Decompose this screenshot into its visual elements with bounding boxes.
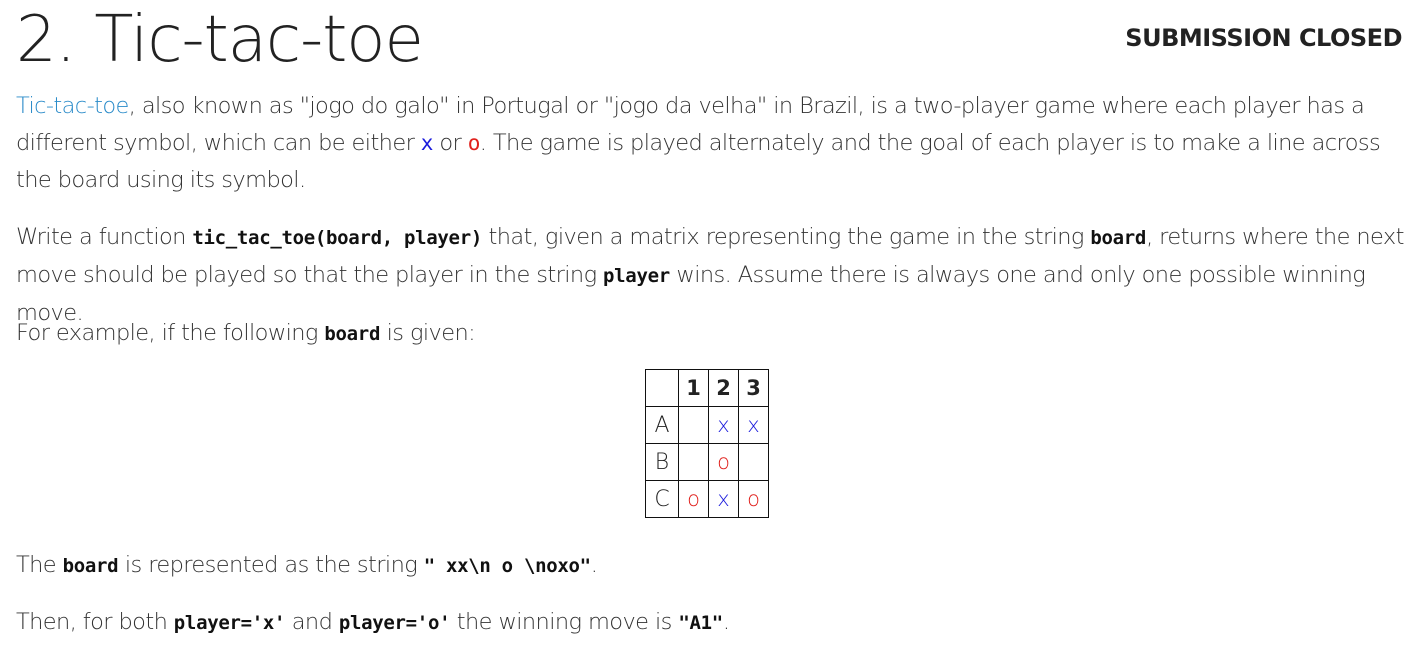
board-string-code: " xx\n o \noxo" (423, 555, 591, 577)
board-code: board (1090, 227, 1147, 249)
symbol-o: o (467, 131, 481, 155)
tic-tac-toe-link[interactable]: Tic-tac-toe (16, 93, 129, 119)
answer-text-2: and (285, 609, 339, 635)
example-paragraph: For example, if the following board is g… (16, 315, 1411, 353)
row-label-a: A (645, 406, 679, 444)
representation-text-1: The (16, 552, 63, 578)
player-o-code: player='o' (338, 612, 451, 634)
board-row-b: B o (645, 443, 769, 481)
representation-text-3: . (590, 552, 598, 578)
example-text-2: is given: (380, 320, 476, 346)
column-header-3: 3 (738, 369, 769, 407)
board-row-a: A x x (645, 406, 769, 444)
board-cell-b2: o (708, 443, 739, 481)
board-cell-b3 (738, 443, 769, 481)
symbol-x: x (420, 131, 434, 155)
board-row-c: C o x o (645, 480, 769, 518)
winning-move-code: "A1" (678, 612, 723, 634)
submission-status: SUBMISSION CLOSED (1125, 24, 1402, 52)
page-title: 2. Tic-tac-toe (16, 3, 424, 77)
task-text-2: that, given a matrix representing the ga… (481, 224, 1091, 250)
task-text-1: Write a function (16, 224, 193, 250)
intro-paragraph: Tic-tac-toe, also known as "jogo do galo… (16, 88, 1411, 199)
board-cell-a2: x (708, 406, 739, 444)
board-cell-c2: x (708, 480, 739, 518)
board-cell-a3: x (738, 406, 769, 444)
example-text-1: For example, if the following (16, 320, 325, 346)
answer-text-4: . (722, 609, 730, 635)
board-corner-cell (645, 369, 679, 407)
row-label-c: C (645, 480, 679, 518)
representation-paragraph: The board is represented as the string "… (16, 547, 1411, 585)
answer-text-1: Then, for both (16, 609, 174, 635)
function-signature: tic_tac_toe(board, player) (192, 227, 482, 249)
column-header-1: 1 (678, 369, 709, 407)
board-cell-c3: o (738, 480, 769, 518)
board-header-row: 1 2 3 (645, 369, 769, 407)
board-code: board (62, 555, 119, 577)
example-board-table: 1 2 3 A x x B o C o x o (645, 369, 769, 518)
row-label-b: B (645, 443, 679, 481)
board-cell-b1 (678, 443, 709, 481)
board-cell-a1 (678, 406, 709, 444)
player-code: player (603, 265, 670, 287)
answer-text-3: the winning move is (450, 609, 679, 635)
player-x-code: player='x' (173, 612, 286, 634)
answer-paragraph: Then, for both player='x' and player='o'… (16, 604, 1411, 642)
board-code: board (324, 323, 381, 345)
intro-text-2: or (432, 130, 468, 156)
column-header-2: 2 (708, 369, 739, 407)
representation-text-2: is represented as the string (118, 552, 424, 578)
board-cell-c1: o (678, 480, 709, 518)
